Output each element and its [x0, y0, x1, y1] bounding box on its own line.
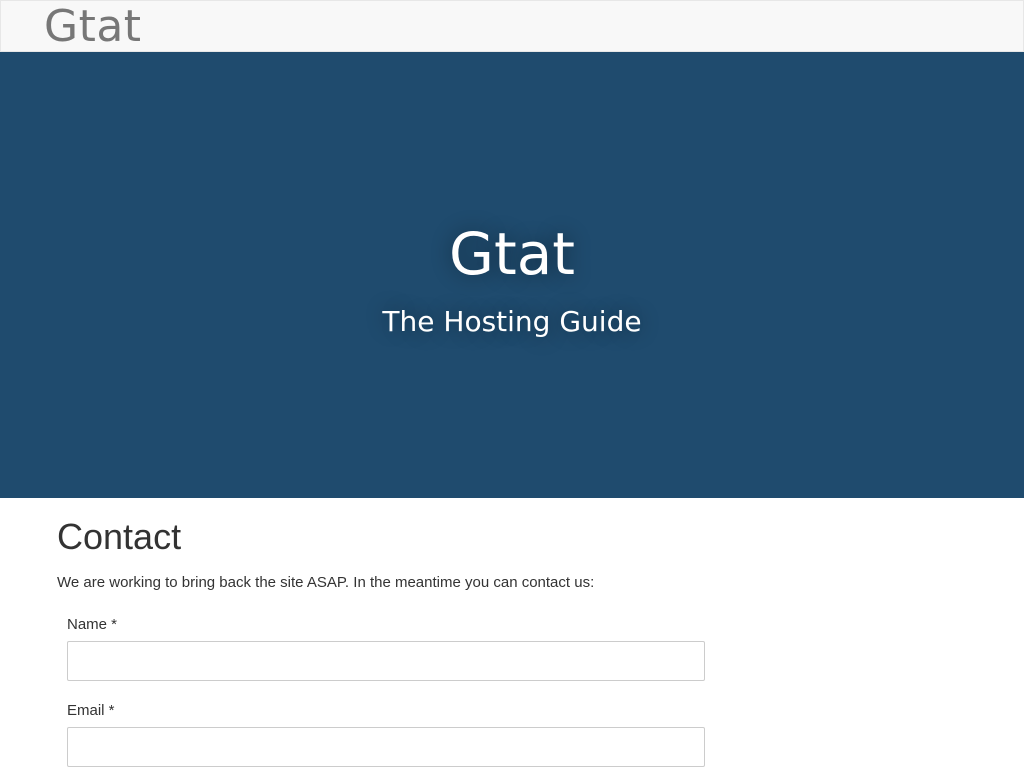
- hero-title: Gtat: [449, 220, 575, 288]
- contact-section: Contact We are working to bring back the…: [57, 498, 717, 767]
- brand-logo-link[interactable]: Gtat: [44, 3, 142, 51]
- name-label: Name *: [67, 616, 118, 633]
- hero-banner: Gtat The Hosting Guide: [0, 52, 1024, 498]
- page-title: Contact: [57, 516, 182, 557]
- email-form-group: Email *: [67, 701, 717, 767]
- name-form-group: Name *: [67, 615, 717, 681]
- email-label: Email *: [67, 702, 115, 719]
- hero-subtitle: The Hosting Guide: [382, 305, 642, 338]
- top-navbar: Gtat: [0, 0, 1024, 52]
- email-field[interactable]: [67, 727, 705, 767]
- contact-form: Name * Email *: [57, 615, 717, 767]
- intro-text: We are working to bring back the site AS…: [57, 574, 595, 591]
- name-field[interactable]: [67, 641, 705, 681]
